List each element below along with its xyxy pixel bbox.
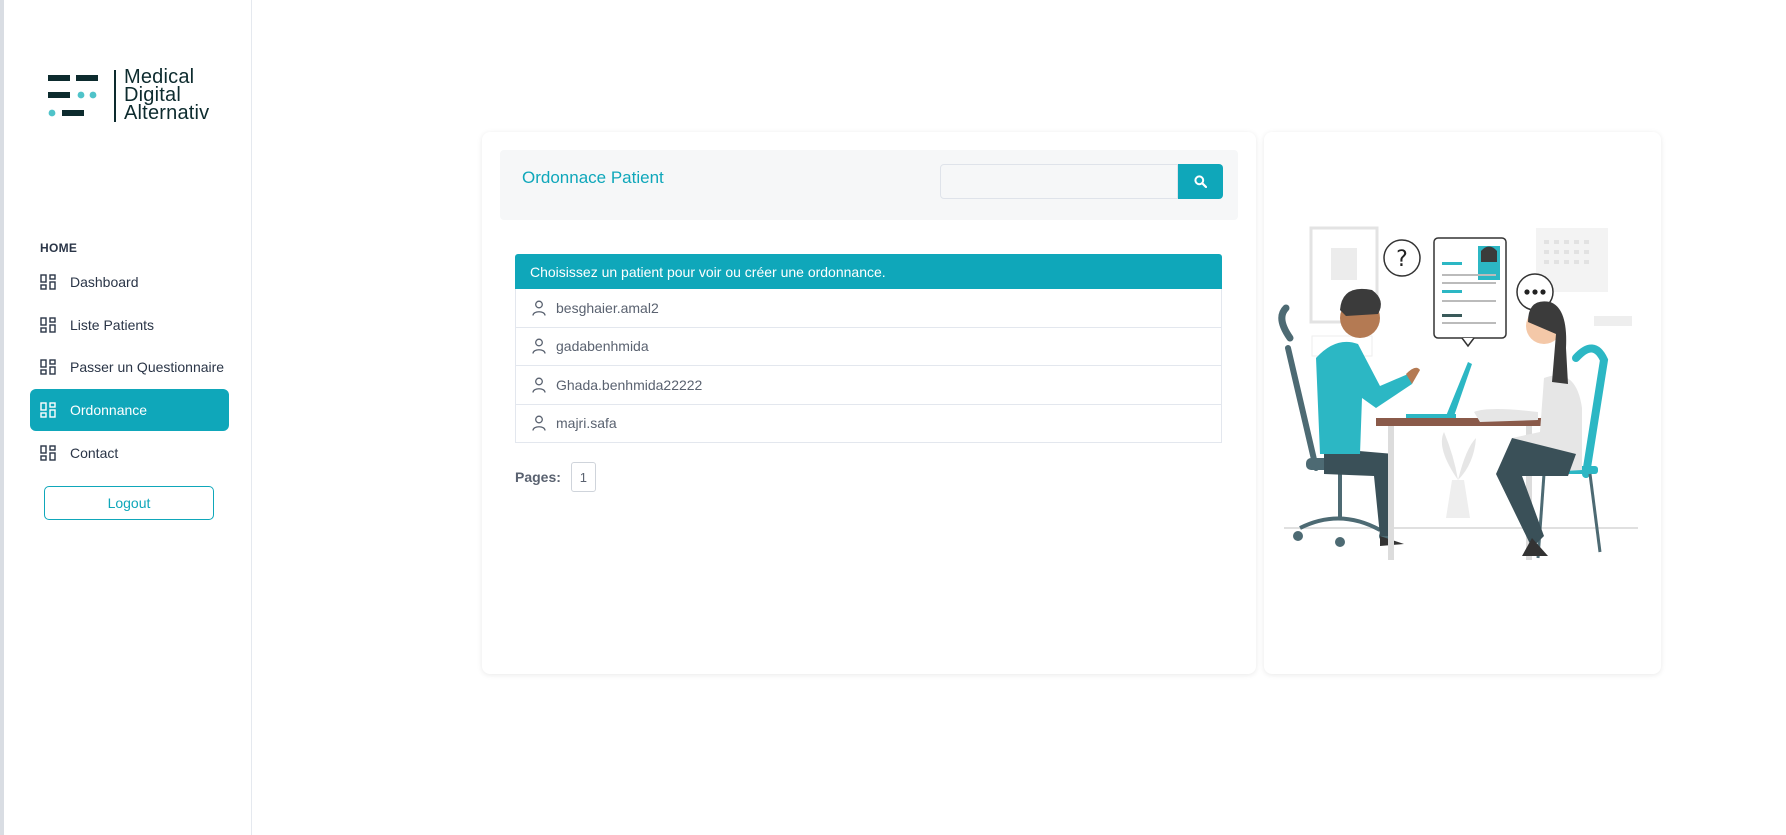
patient-name: Ghada.benhmida22222 xyxy=(556,376,703,393)
user-icon xyxy=(532,300,546,316)
patient-list: Choisissez un patient pour voir ou créer… xyxy=(515,254,1222,443)
page-title: Ordonnace Patient xyxy=(522,168,664,187)
card-header: Ordonnace Patient xyxy=(500,150,1238,220)
patient-name: majri.safa xyxy=(556,415,617,432)
patient-list-item[interactable]: Ghada.benhmida22222 xyxy=(515,366,1222,405)
page-button[interactable]: 1 xyxy=(570,462,596,492)
sidebar-item-questionnaire[interactable]: Passer un Questionnaire xyxy=(30,346,229,388)
sidebar-item-label: Ordonnance xyxy=(70,402,148,418)
nav-section-caption: HOME xyxy=(40,241,78,255)
search-icon xyxy=(1194,175,1207,188)
sidebar: Medical Digital Alternativ HOME Dashboar… xyxy=(8,0,252,835)
patient-list-item[interactable]: majri.safa xyxy=(515,404,1222,443)
dashboard-icon xyxy=(40,445,56,461)
app-window: Medical Digital Alternativ HOME Dashboar… xyxy=(0,0,1786,835)
illustration-card: ? xyxy=(1264,132,1661,674)
sidebar-item-label: Passer un Questionnaire xyxy=(70,359,225,375)
patient-name: besghaier.amal2 xyxy=(556,299,659,316)
patient-list-header: Choisissez un patient pour voir ou créer… xyxy=(515,254,1222,289)
app-logo[interactable]: Medical Digital Alternativ xyxy=(48,67,228,124)
user-icon xyxy=(532,415,546,431)
search-button[interactable] xyxy=(1178,164,1223,199)
sidebar-item-liste-patients[interactable]: Liste Patients xyxy=(30,304,229,346)
dashboard-icon xyxy=(40,317,56,333)
logo-divider xyxy=(114,70,116,122)
patient-list-item[interactable]: gadabenhmida xyxy=(515,327,1222,366)
sidebar-item-label: Contact xyxy=(70,445,119,461)
logout-button[interactable]: Logout xyxy=(44,486,214,520)
dashboard-icon xyxy=(40,359,56,375)
sidebar-item-ordonnance[interactable]: Ordonnance xyxy=(30,389,229,431)
logo-line: Alternativ xyxy=(124,102,210,124)
pagination-label: Pages: xyxy=(515,469,561,485)
logo-text: Medical Digital Alternativ xyxy=(124,67,210,124)
sidebar-item-label: Liste Patients xyxy=(70,317,155,333)
doctor-consultation-illustration: ? xyxy=(1278,226,1638,560)
svg-text:?: ? xyxy=(1396,247,1408,272)
pagination: Pages: 1 xyxy=(515,462,596,492)
user-icon xyxy=(532,377,546,393)
logo-mark-icon xyxy=(48,75,98,117)
sidebar-item-label: Dashboard xyxy=(70,274,139,290)
user-icon xyxy=(532,338,546,354)
patient-list-item[interactable]: besghaier.amal2 xyxy=(515,289,1222,328)
dashboard-icon xyxy=(40,274,56,290)
search-input[interactable] xyxy=(940,164,1178,199)
patient-name: gadabenhmida xyxy=(556,338,649,355)
sidebar-item-dashboard[interactable]: Dashboard xyxy=(30,261,229,303)
prescription-card: Ordonnace Patient Choisissez un patient … xyxy=(482,132,1256,674)
sidebar-item-contact[interactable]: Contact xyxy=(30,432,229,474)
dashboard-icon xyxy=(40,402,56,418)
